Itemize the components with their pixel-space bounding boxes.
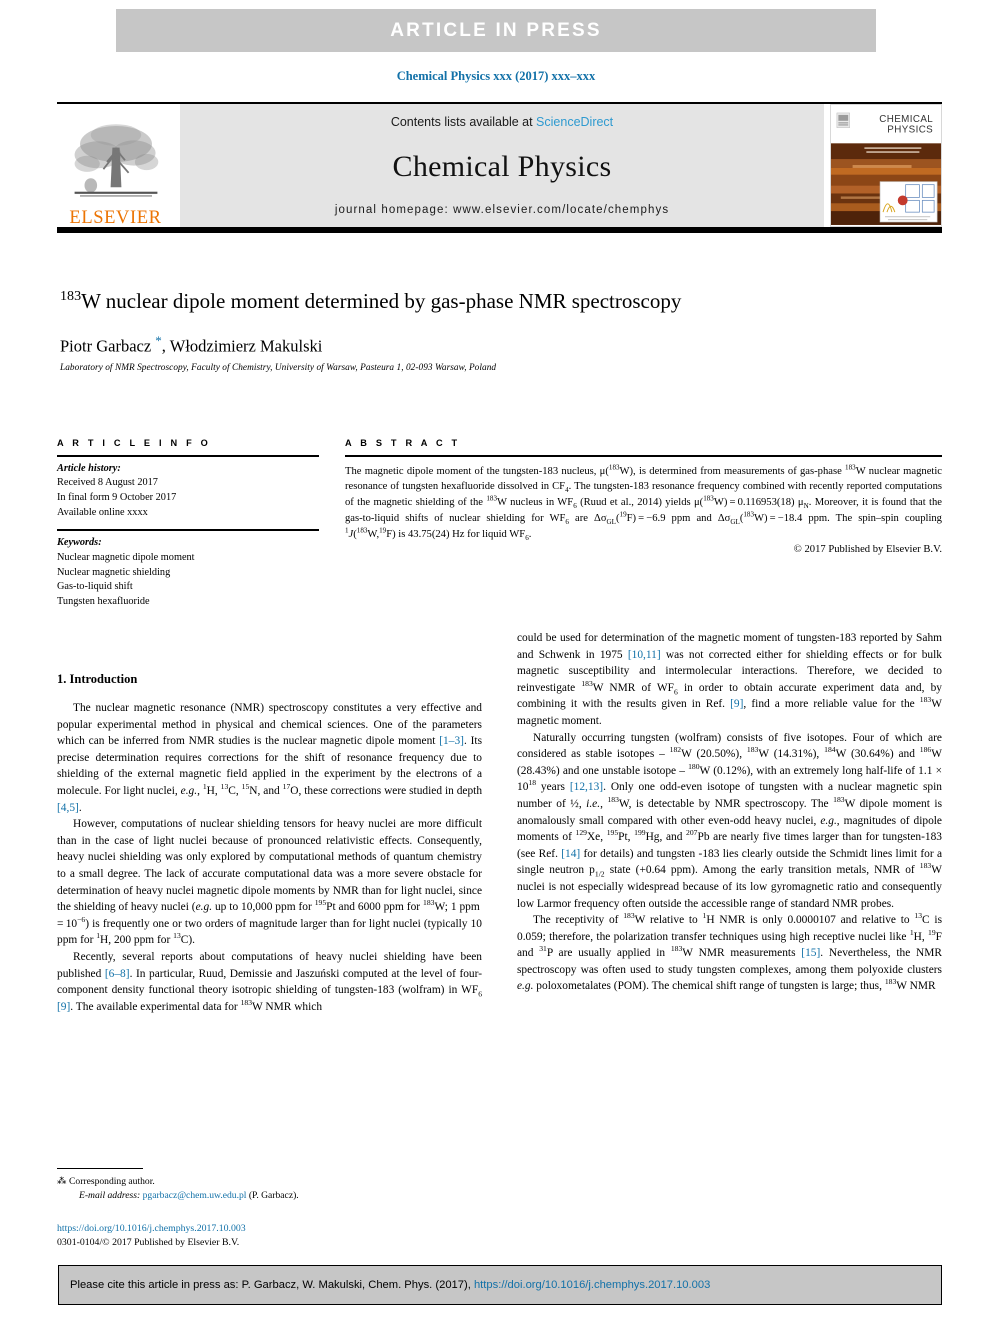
corresponding-author-note: ⁂ Corresponding author. <box>57 1176 155 1188</box>
article-history-item: In final form 9 October 2017 <box>57 492 177 504</box>
email-link[interactable]: pgarbacz@chem.uw.edu.pl <box>143 1190 247 1201</box>
contents-lists-line: Contents lists available at ScienceDirec… <box>391 115 613 129</box>
body-paragraph: Recently, several reports about computat… <box>57 950 482 1013</box>
article-history-item: Available online xxxx <box>57 506 148 518</box>
abstract-heading: A B S T R A C T <box>345 438 461 448</box>
article-history-group: Article history: Received 8 August 2017 … <box>57 457 319 521</box>
section-heading-introduction: 1. Introduction <box>57 672 138 686</box>
journal-cover-thumbnail: CHEMICAL PHYSICS <box>830 104 942 227</box>
journal-homepage-line[interactable]: journal homepage: www.elsevier.com/locat… <box>335 204 669 216</box>
keyword-item: Gas-to-liquid shift <box>57 581 133 593</box>
svg-text:PHYSICS: PHYSICS <box>887 125 933 136</box>
abstract-copyright: © 2017 Published by Elsevier B.V. <box>793 543 942 555</box>
author-list: Piotr Garbacz *, Włodzimierz Makulski <box>60 332 323 356</box>
body-paragraph: Naturally occurring tungsten (wolfram) c… <box>517 731 943 910</box>
citation-prefix: Please cite this article in press as: P.… <box>70 1279 474 1291</box>
citation-footer-bar: Please cite this article in press as: P.… <box>58 1265 942 1305</box>
issn-copyright-line: 0301-0104/© 2017 Published by Elsevier B… <box>57 1237 240 1249</box>
article-history-label: Article history: <box>57 462 121 474</box>
page-title: 183W nuclear dipole moment determined by… <box>60 288 682 313</box>
abstract-column: A B S T R A C T The magnetic dipole mome… <box>345 438 942 610</box>
affiliation: Laboratory of NMR Spectroscopy, Faculty … <box>60 363 497 374</box>
journal-running-head: Chemical Physics xxx (2017) xxx–xxx <box>396 69 596 83</box>
keyword-item: Nuclear magnetic shielding <box>57 566 171 578</box>
abstract-text: The magnetic dipole moment of the tungst… <box>345 463 943 542</box>
doi-link[interactable]: https://doi.org/10.1016/j.chemphys.2017.… <box>57 1222 482 1236</box>
masthead-center-panel: Contents lists available at ScienceDirec… <box>180 104 824 227</box>
citation-footer-text: Please cite this article in press as: P.… <box>70 1279 710 1291</box>
citation-doi-link[interactable]: https://doi.org/10.1016/j.chemphys.2017.… <box>474 1279 710 1291</box>
title-block: 183W nuclear dipole moment determined by… <box>60 287 760 373</box>
masthead-body: ELSEVIER Contents lists available at Sci… <box>57 104 942 227</box>
keyword-item: Tungsten hexafluoride <box>57 595 150 607</box>
main-body: 1. Introduction The nuclear magnetic res… <box>57 630 942 1015</box>
article-history-item: Received 8 August 2017 <box>57 477 158 489</box>
article-info-column: A R T I C L E I N F O Article history: R… <box>57 438 319 610</box>
body-paragraph: The nuclear magnetic resonance (NMR) spe… <box>57 702 483 814</box>
masthead-bottom-rule <box>57 227 942 233</box>
journal-masthead: ELSEVIER Contents lists available at Sci… <box>57 102 942 233</box>
body-paragraph: could be used for determination of the m… <box>517 632 942 727</box>
elsevier-wordmark: ELSEVIER <box>69 207 162 228</box>
footnote-block: ⁂ Corresponding author. E-mail address: … <box>57 1168 482 1203</box>
journal-cover-image: CHEMICAL PHYSICS <box>831 106 941 225</box>
article-in-press-banner: ARTICLE IN PRESS <box>116 9 876 52</box>
doi-block: https://doi.org/10.1016/j.chemphys.2017.… <box>57 1222 482 1250</box>
elsevier-tree-icon <box>74 123 158 197</box>
email-note: E-mail address: pgarbacz@chem.uw.edu.pl … <box>57 1189 482 1203</box>
keywords-group: Keywords: Nuclear magnetic dipole moment… <box>57 531 319 610</box>
email-owner: (P. Garbacz). <box>248 1189 299 1201</box>
body-column-right: could be used for determination of the m… <box>517 630 942 1015</box>
svg-text:CHEMICAL: CHEMICAL <box>879 114 933 125</box>
article-in-press-label: ARTICLE IN PRESS <box>390 19 602 41</box>
contents-lists-prefix: Contents lists available at <box>390 115 537 129</box>
elsevier-logo: ELSEVIER <box>57 104 174 227</box>
sciencedirect-link[interactable]: ScienceDirect <box>536 115 613 129</box>
body-column-left: 1. Introduction The nuclear magnetic res… <box>57 630 482 1015</box>
footnote-rule <box>57 1168 143 1170</box>
keywords-label: Keywords: <box>57 537 102 549</box>
journal-title: Chemical Physics <box>392 149 612 183</box>
email-label: E-mail address: <box>79 1189 141 1201</box>
article-info-heading: A R T I C L E I N F O <box>57 438 211 448</box>
body-paragraph: However, computations of nuclear shieldi… <box>57 818 482 947</box>
keyword-item: Nuclear magnetic dipole moment <box>57 551 195 563</box>
info-abstract-row: A R T I C L E I N F O Article history: R… <box>57 438 942 610</box>
body-paragraph: The receptivity of 183W relative to 1H N… <box>517 911 943 993</box>
